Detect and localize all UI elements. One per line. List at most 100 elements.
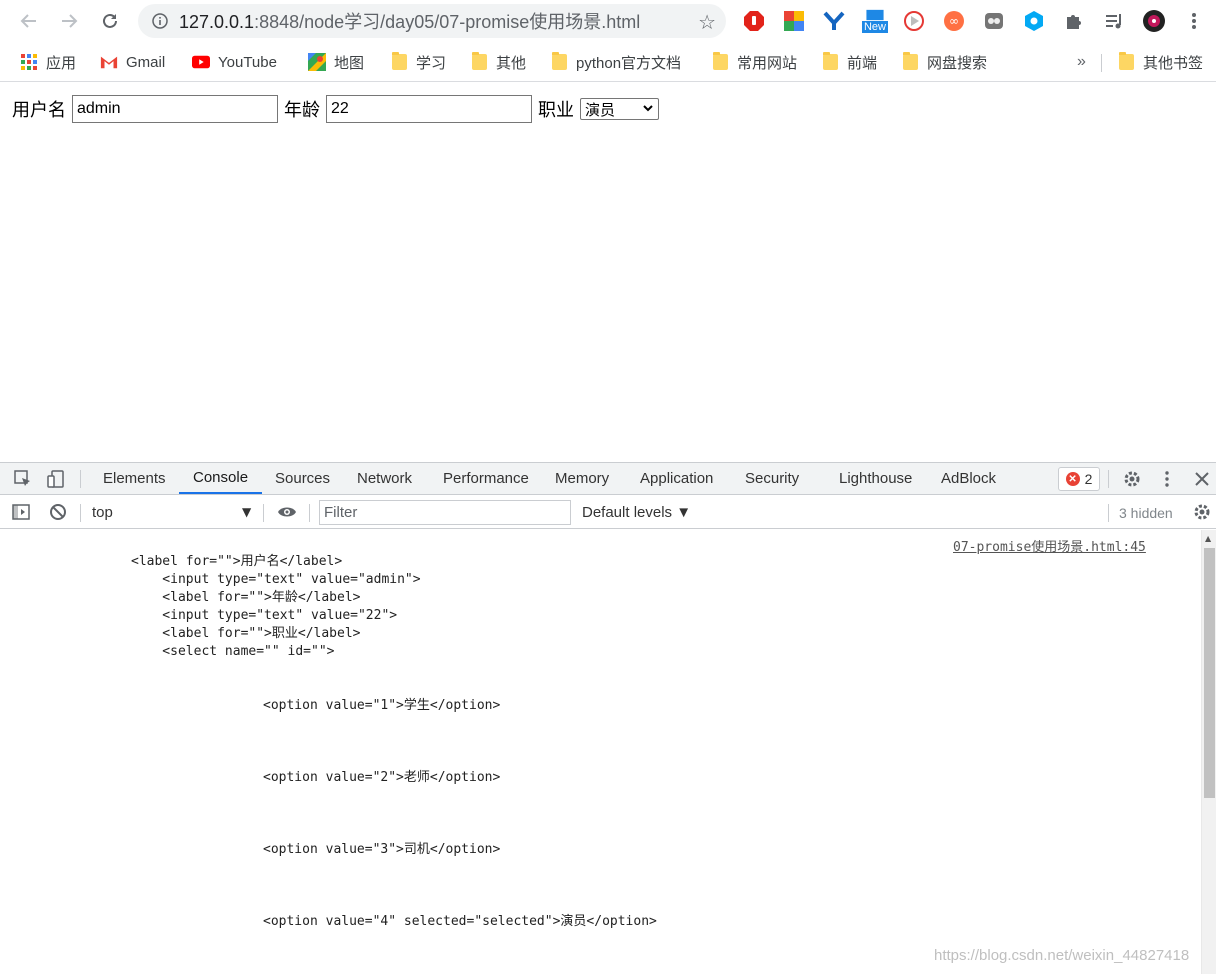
- bookmark-gmail[interactable]: Gmail: [100, 50, 165, 74]
- apps-grid-icon: [20, 53, 38, 71]
- folder-icon: [712, 52, 728, 70]
- back-icon[interactable]: [15, 7, 43, 35]
- tab-memory[interactable]: Memory: [555, 463, 609, 494]
- record-extension-icon[interactable]: [902, 9, 926, 33]
- console-toolbar: top ▼ Filter Default levels ▼ 3 hidden: [0, 496, 1216, 529]
- toolbar-divider: [309, 504, 310, 522]
- address-bar[interactable]: 127.0.0.1:8848/node学习/day05/07-promise使用…: [138, 4, 726, 38]
- bookmark-folder-frontend[interactable]: 前端: [821, 50, 877, 74]
- bookmark-label: 地图: [334, 54, 365, 72]
- job-label: 职业: [538, 100, 574, 121]
- tab-divider: [80, 470, 81, 488]
- log-levels-dropdown[interactable]: Default levels ▼: [582, 504, 691, 521]
- bookmark-folder-study[interactable]: 学习: [390, 50, 446, 74]
- age-label: 年龄: [284, 100, 320, 121]
- console-log-line: <label for="">职业</label>: [131, 626, 361, 641]
- site-info-icon[interactable]: [151, 12, 169, 30]
- bookmark-label: 学习: [416, 54, 447, 72]
- folder-icon: [391, 52, 407, 70]
- youtube-icon: [192, 53, 210, 71]
- bookmarks-overflow-button[interactable]: »: [1077, 50, 1086, 74]
- forward-icon[interactable]: [55, 7, 83, 35]
- console-log-line: <input type="text" value="22">: [131, 608, 398, 623]
- close-icon[interactable]: [1192, 469, 1212, 489]
- tab-performance[interactable]: Performance: [443, 463, 529, 494]
- toolbar-divider: [1108, 504, 1109, 522]
- reload-icon[interactable]: [96, 7, 124, 35]
- error-count: 2: [1084, 471, 1093, 487]
- console-log-line: <label for="">年龄</label>: [131, 590, 361, 605]
- tab-application[interactable]: Application: [640, 463, 713, 494]
- bookmark-label: 其他书签: [1143, 54, 1204, 72]
- tab-divider: [1108, 470, 1109, 488]
- bookmark-apps[interactable]: 应用: [20, 50, 76, 74]
- browser-menu-icon[interactable]: [1182, 9, 1206, 33]
- bookmark-youtube[interactable]: YouTube: [192, 50, 277, 74]
- gamepad-extension-icon[interactable]: [982, 9, 1006, 33]
- username-input[interactable]: [72, 95, 278, 123]
- console-log-line: <option value="3">司机</option>: [263, 842, 501, 857]
- console-settings-gear-icon[interactable]: [1192, 502, 1212, 522]
- folder-icon: [551, 52, 567, 70]
- tab-network[interactable]: Network: [357, 463, 412, 494]
- error-count-badge[interactable]: ✕ 2: [1058, 467, 1100, 491]
- tab-adblock[interactable]: AdBlock: [941, 463, 996, 494]
- tab-lighthouse[interactable]: Lighthouse: [839, 463, 912, 494]
- console-source-link[interactable]: 07-promise使用场景.html:45: [953, 536, 1146, 555]
- tab-console[interactable]: Console: [179, 463, 263, 494]
- console-log-line: <input type="text" value="admin">: [131, 572, 421, 587]
- job-select[interactable]: 演员: [580, 98, 659, 120]
- hex-extension-icon[interactable]: [1022, 9, 1046, 33]
- live-expression-eye-icon[interactable]: [277, 502, 297, 522]
- browser-toolbar: 127.0.0.1:8848/node学习/day05/07-promise使用…: [0, 0, 1216, 42]
- tab-sources[interactable]: Sources: [275, 463, 330, 494]
- username-label: 用户名: [12, 100, 66, 121]
- vpn-extension-icon[interactable]: [822, 9, 846, 33]
- infinity-extension-icon[interactable]: ∞: [942, 9, 966, 33]
- bookmark-label: YouTube: [218, 53, 277, 71]
- bookmark-maps[interactable]: 地图: [308, 50, 364, 74]
- console-log-line: <option value="2">老师</option>: [263, 770, 501, 785]
- sidebar-toggle-icon[interactable]: [11, 502, 31, 522]
- devtools-menu-icon[interactable]: [1157, 469, 1177, 489]
- context-dropdown-icon[interactable]: ▼: [242, 505, 251, 519]
- bookmark-folder-other[interactable]: 其他: [470, 50, 526, 74]
- chevron-down-icon: [642, 102, 654, 117]
- context-selector[interactable]: top: [92, 504, 113, 521]
- media-queue-icon[interactable]: [1102, 9, 1126, 33]
- puzzle-extensions-icon[interactable]: [1062, 9, 1086, 33]
- devtools-tab-bar: Elements Console Sources Network Perform…: [0, 463, 1216, 495]
- new-extension-icon[interactable]: New: [860, 9, 890, 33]
- filter-placeholder: Filter: [324, 504, 358, 521]
- bookmark-star-icon[interactable]: ☆: [698, 10, 716, 34]
- age-input[interactable]: [326, 95, 532, 123]
- scroll-up-arrow-icon[interactable]: ▲: [1205, 534, 1211, 543]
- console-log-line: <select name="" id="">: [131, 644, 335, 659]
- settings-gear-icon[interactable]: [1122, 469, 1142, 489]
- folder-icon: [902, 52, 918, 70]
- device-toolbar-icon[interactable]: [46, 469, 66, 489]
- console-scrollbar[interactable]: ▲: [1201, 530, 1216, 974]
- scrollbar-thumb[interactable]: [1204, 548, 1215, 798]
- error-icon: ✕: [1065, 472, 1080, 486]
- bookmarks-divider: [1101, 54, 1102, 72]
- bookmark-label: 应用: [46, 54, 77, 72]
- tab-elements[interactable]: Elements: [103, 463, 166, 494]
- bookmark-folder-python-docs[interactable]: python官方文档: [550, 50, 681, 74]
- profile-avatar-icon[interactable]: [1142, 9, 1166, 33]
- bookmark-folder-common-sites[interactable]: 常用网站: [711, 50, 797, 74]
- inspect-element-icon[interactable]: [13, 469, 33, 489]
- clear-console-icon[interactable]: [48, 502, 68, 522]
- console-filter-input[interactable]: Filter: [319, 500, 571, 525]
- profile-form: 用户名 年龄 职业 演员: [12, 95, 659, 123]
- bookmark-folder-other-bookmarks[interactable]: 其他书签: [1117, 50, 1203, 74]
- gmail-icon: [100, 53, 118, 71]
- bookmarks-bar: 应用 Gmail YouTube 地图 学习 其他 python官方文档 常用网…: [0, 42, 1216, 82]
- color-extension-icon[interactable]: [782, 9, 806, 33]
- bookmark-label: 常用网站: [737, 54, 798, 72]
- svg-text:∞: ∞: [949, 14, 959, 28]
- console-log-line: <option value="1">学生</option>: [263, 698, 501, 713]
- adblock-extension-icon[interactable]: [742, 9, 766, 33]
- bookmark-folder-netdisk-search[interactable]: 网盘搜索: [901, 50, 987, 74]
- tab-security[interactable]: Security: [745, 463, 799, 494]
